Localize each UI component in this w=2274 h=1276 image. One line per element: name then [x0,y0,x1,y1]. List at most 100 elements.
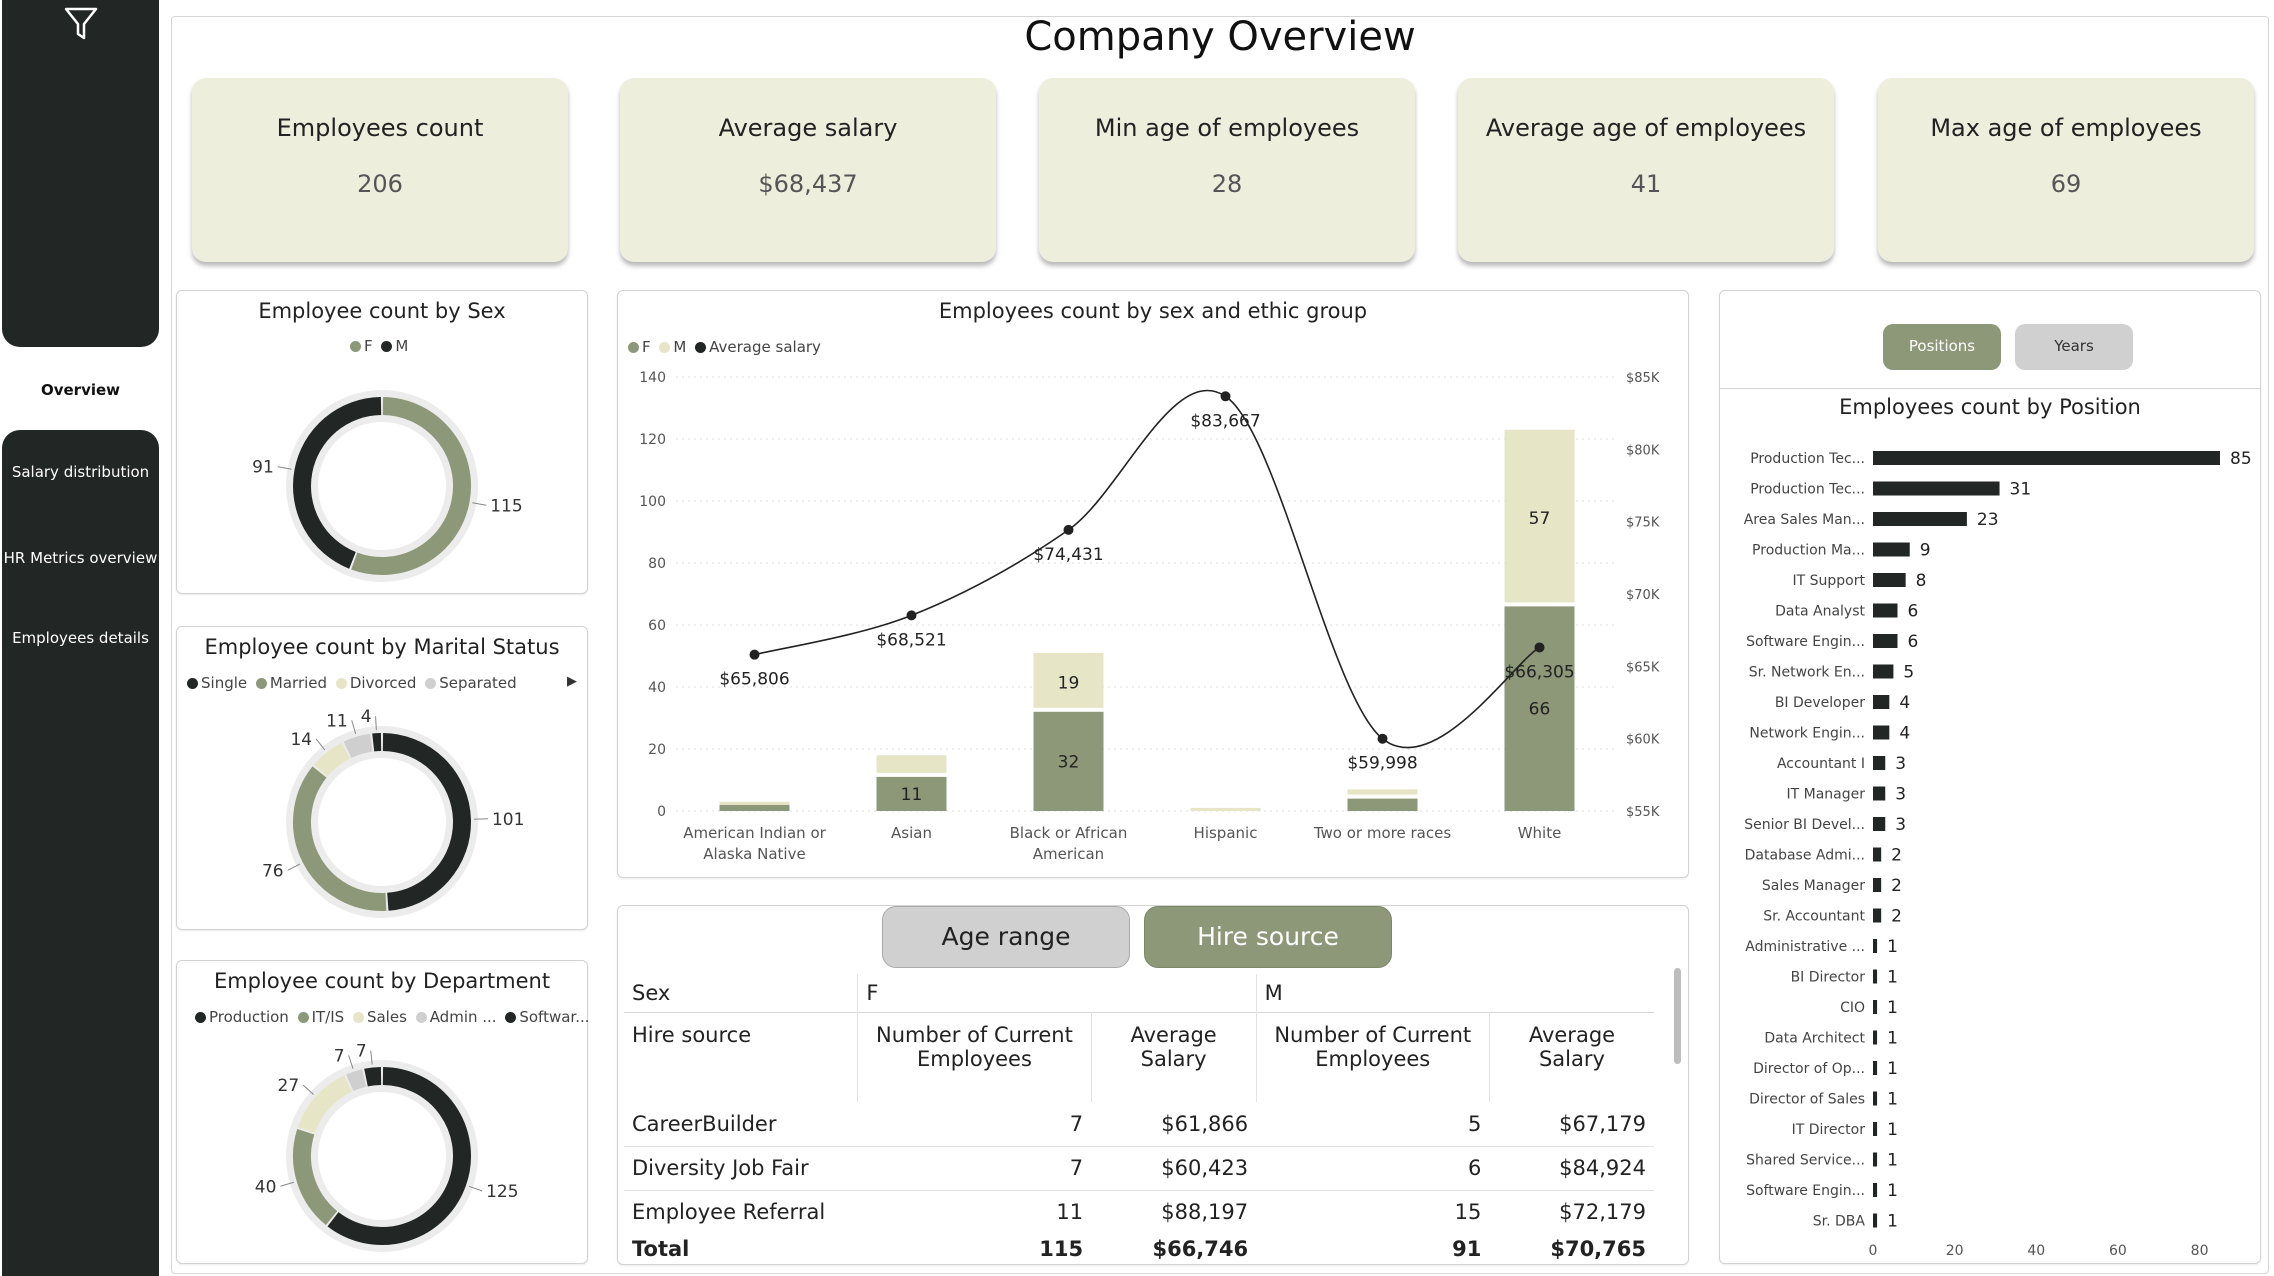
y-tick-label: BI Director [1791,970,1866,986]
bar-f[interactable] [719,804,790,811]
position-bar[interactable] [1873,1152,1878,1167]
bar-data-label: 1 [1887,1090,1898,1110]
position-bar[interactable] [1873,1091,1878,1106]
row-source: Diversity Job Fair [632,1156,809,1180]
legend-item[interactable]: M [381,337,408,355]
legend-item[interactable]: Divorced [335,674,416,692]
legend-item[interactable]: Softwar... [505,1008,590,1026]
hire-source-matrix: Sex F M Hire source Number of Current Em… [624,974,1654,1264]
position-bar[interactable] [1873,1183,1878,1197]
position-bar[interactable] [1873,512,1967,526]
position-bar[interactable] [1873,725,1890,740]
kpi-value: 69 [2050,170,2082,198]
position-bar[interactable] [1873,756,1886,770]
kpi-label: Max age of employees [1930,114,2202,142]
position-bar[interactable] [1873,1061,1878,1075]
position-bar[interactable] [1873,603,1898,618]
matrix-header-sex: Sex F M [624,974,1654,1012]
kpi-value: 206 [357,170,403,198]
donut-segment[interactable] [364,1067,382,1087]
row-m-count: 5 [1468,1111,1482,1136]
y-tick-label: Sr. Network En... [1749,665,1865,681]
legend-item[interactable]: Production [195,1008,289,1026]
position-bar[interactable] [1873,1030,1878,1045]
legend-next-arrow-icon[interactable]: ▶ [567,674,577,689]
nav-employees-details[interactable]: Employees details [0,629,161,647]
bar-m[interactable] [719,801,790,805]
table-row[interactable]: Employee Referral 11 $88,197 15 $72,179 [624,1190,1654,1234]
x-tick-label: 0 [1869,1243,1878,1259]
position-bar[interactable] [1873,969,1878,984]
salary-line[interactable] [754,389,1540,749]
bar-m[interactable] [1347,789,1418,795]
position-bar[interactable] [1873,634,1898,648]
matrix-header-cell: Number of Current Employees [1255,1012,1490,1102]
row-f-count: 11 [1056,1200,1084,1225]
salary-point[interactable] [749,649,760,660]
position-bar[interactable] [1873,451,2220,465]
matrix-header-cell: M [1255,974,1654,1012]
y-tick-label: 120 [639,432,666,448]
marital-donut-card: Employee count by Marital Status Single … [176,626,588,930]
position-bar[interactable] [1873,1122,1878,1136]
legend-item[interactable]: Single [187,674,247,692]
position-bar[interactable] [1873,878,1882,892]
legend-item[interactable]: Admin ... [415,1008,497,1026]
donut-segment[interactable] [343,733,373,759]
position-bar[interactable] [1873,695,1890,709]
salary-point[interactable] [1063,524,1074,535]
bar-data-label: 1 [1887,1120,1898,1140]
tab-age-range[interactable]: Age range [882,906,1130,968]
position-bar[interactable] [1873,786,1886,801]
salary-point[interactable] [1534,642,1545,653]
position-bar[interactable] [1873,847,1882,862]
tab-hire-source[interactable]: Hire source [1144,906,1392,968]
row-m-salary: $72,179 [1559,1200,1646,1225]
row-f-count: 7 [1069,1156,1084,1180]
bar-data-label: 4 [1899,724,1910,744]
position-bar[interactable] [1873,481,2000,496]
kpi-value: $68,437 [758,170,858,198]
chart-legend: Single Married Divorced Separated [187,674,517,692]
position-bar[interactable] [1873,908,1882,923]
nav-overview[interactable]: Overview [0,381,161,399]
legend-item[interactable]: Sales [352,1008,407,1026]
row-source: CareerBuilder [632,1111,777,1136]
salary-point[interactable] [1377,733,1388,744]
legend-item[interactable]: F [350,337,373,355]
position-bar[interactable] [1873,573,1906,587]
legend-item[interactable]: Married [255,674,327,692]
salary-point[interactable] [1220,391,1231,402]
filter-icon[interactable] [64,6,98,42]
position-bar[interactable] [1873,1213,1878,1228]
donut-segment[interactable] [346,1069,367,1092]
y-tick-label: 20 [648,742,666,758]
position-bar[interactable] [1873,939,1878,953]
donut-data-label: 14 [290,730,312,750]
bar-data-label: 32 [1058,752,1080,772]
salary-point[interactable] [906,610,917,621]
table-row[interactable]: Diversity Job Fair 7 $60,423 6 $84,924 [624,1146,1654,1190]
position-bar[interactable] [1873,817,1886,831]
y-tick-label: Production Tec... [1750,451,1865,467]
bar-m[interactable] [876,755,947,773]
bar-data-label: 4 [1899,693,1910,713]
row-f-salary: $60,423 [1161,1156,1249,1180]
position-bar[interactable] [1873,664,1894,679]
legend-item[interactable]: IT/IS [297,1008,344,1026]
legend-item[interactable]: Separated [425,674,517,692]
y-tick-label: Accountant I [1777,756,1865,772]
bar-m[interactable] [1190,807,1261,811]
y-tick-label: Director of Sales [1749,1092,1865,1108]
x-tick-label: White [1518,824,1562,842]
nav-hr-metrics-overview[interactable]: HR Metrics overview [0,549,161,567]
donut-segment[interactable] [351,397,471,575]
donut-segment[interactable] [327,1067,471,1245]
nav-salary-distribution[interactable]: Salary distribution [0,463,161,481]
table-row[interactable]: CareerBuilder 7 $61,866 5 $67,179 [624,1102,1654,1146]
matrix-scrollbar[interactable] [1674,968,1681,1064]
bar-f[interactable] [1347,798,1418,811]
position-bar[interactable] [1873,542,1910,557]
position-bar[interactable] [1873,1000,1878,1014]
donut-data-label: 115 [490,496,522,516]
